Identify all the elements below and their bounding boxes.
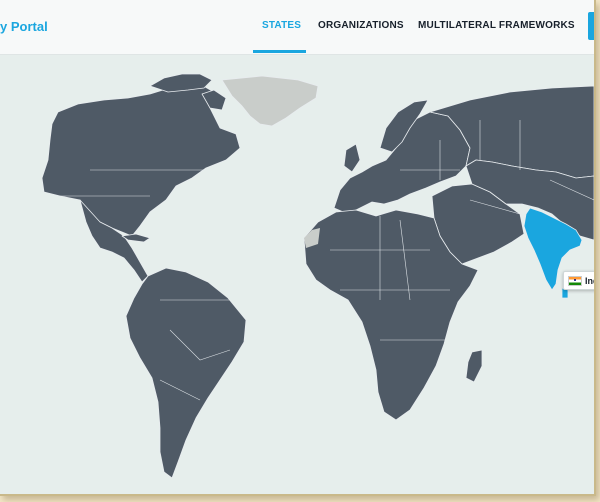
top-nav-bar: y Portal STATES ORGANIZATIONS MULTILATER… [0, 0, 594, 55]
nav-tab-multilateral-frameworks[interactable]: MULTILATERAL FRAMEWORKS [418, 20, 575, 31]
madagascar-region[interactable] [465, 349, 483, 383]
india-flag-icon [568, 275, 582, 286]
nav-tab-organizations[interactable]: ORGANIZATIONS [318, 20, 404, 31]
portal-title[interactable]: y Portal [0, 19, 48, 34]
south-america-region[interactable] [125, 267, 247, 479]
active-tab-indicator [253, 50, 306, 53]
tooltip-country-name: India [585, 275, 594, 286]
world-map-svg[interactable] [0, 55, 594, 494]
country-tooltip: India [563, 271, 594, 290]
browser-viewport: y Portal STATES ORGANIZATIONS MULTILATER… [0, 0, 596, 496]
greenland-region[interactable] [221, 75, 319, 127]
nav-tab-states[interactable]: STATES [262, 20, 301, 31]
header-action-button[interactable] [588, 12, 594, 40]
british-isles-region[interactable] [343, 143, 361, 173]
world-map[interactable]: India [0, 55, 594, 494]
